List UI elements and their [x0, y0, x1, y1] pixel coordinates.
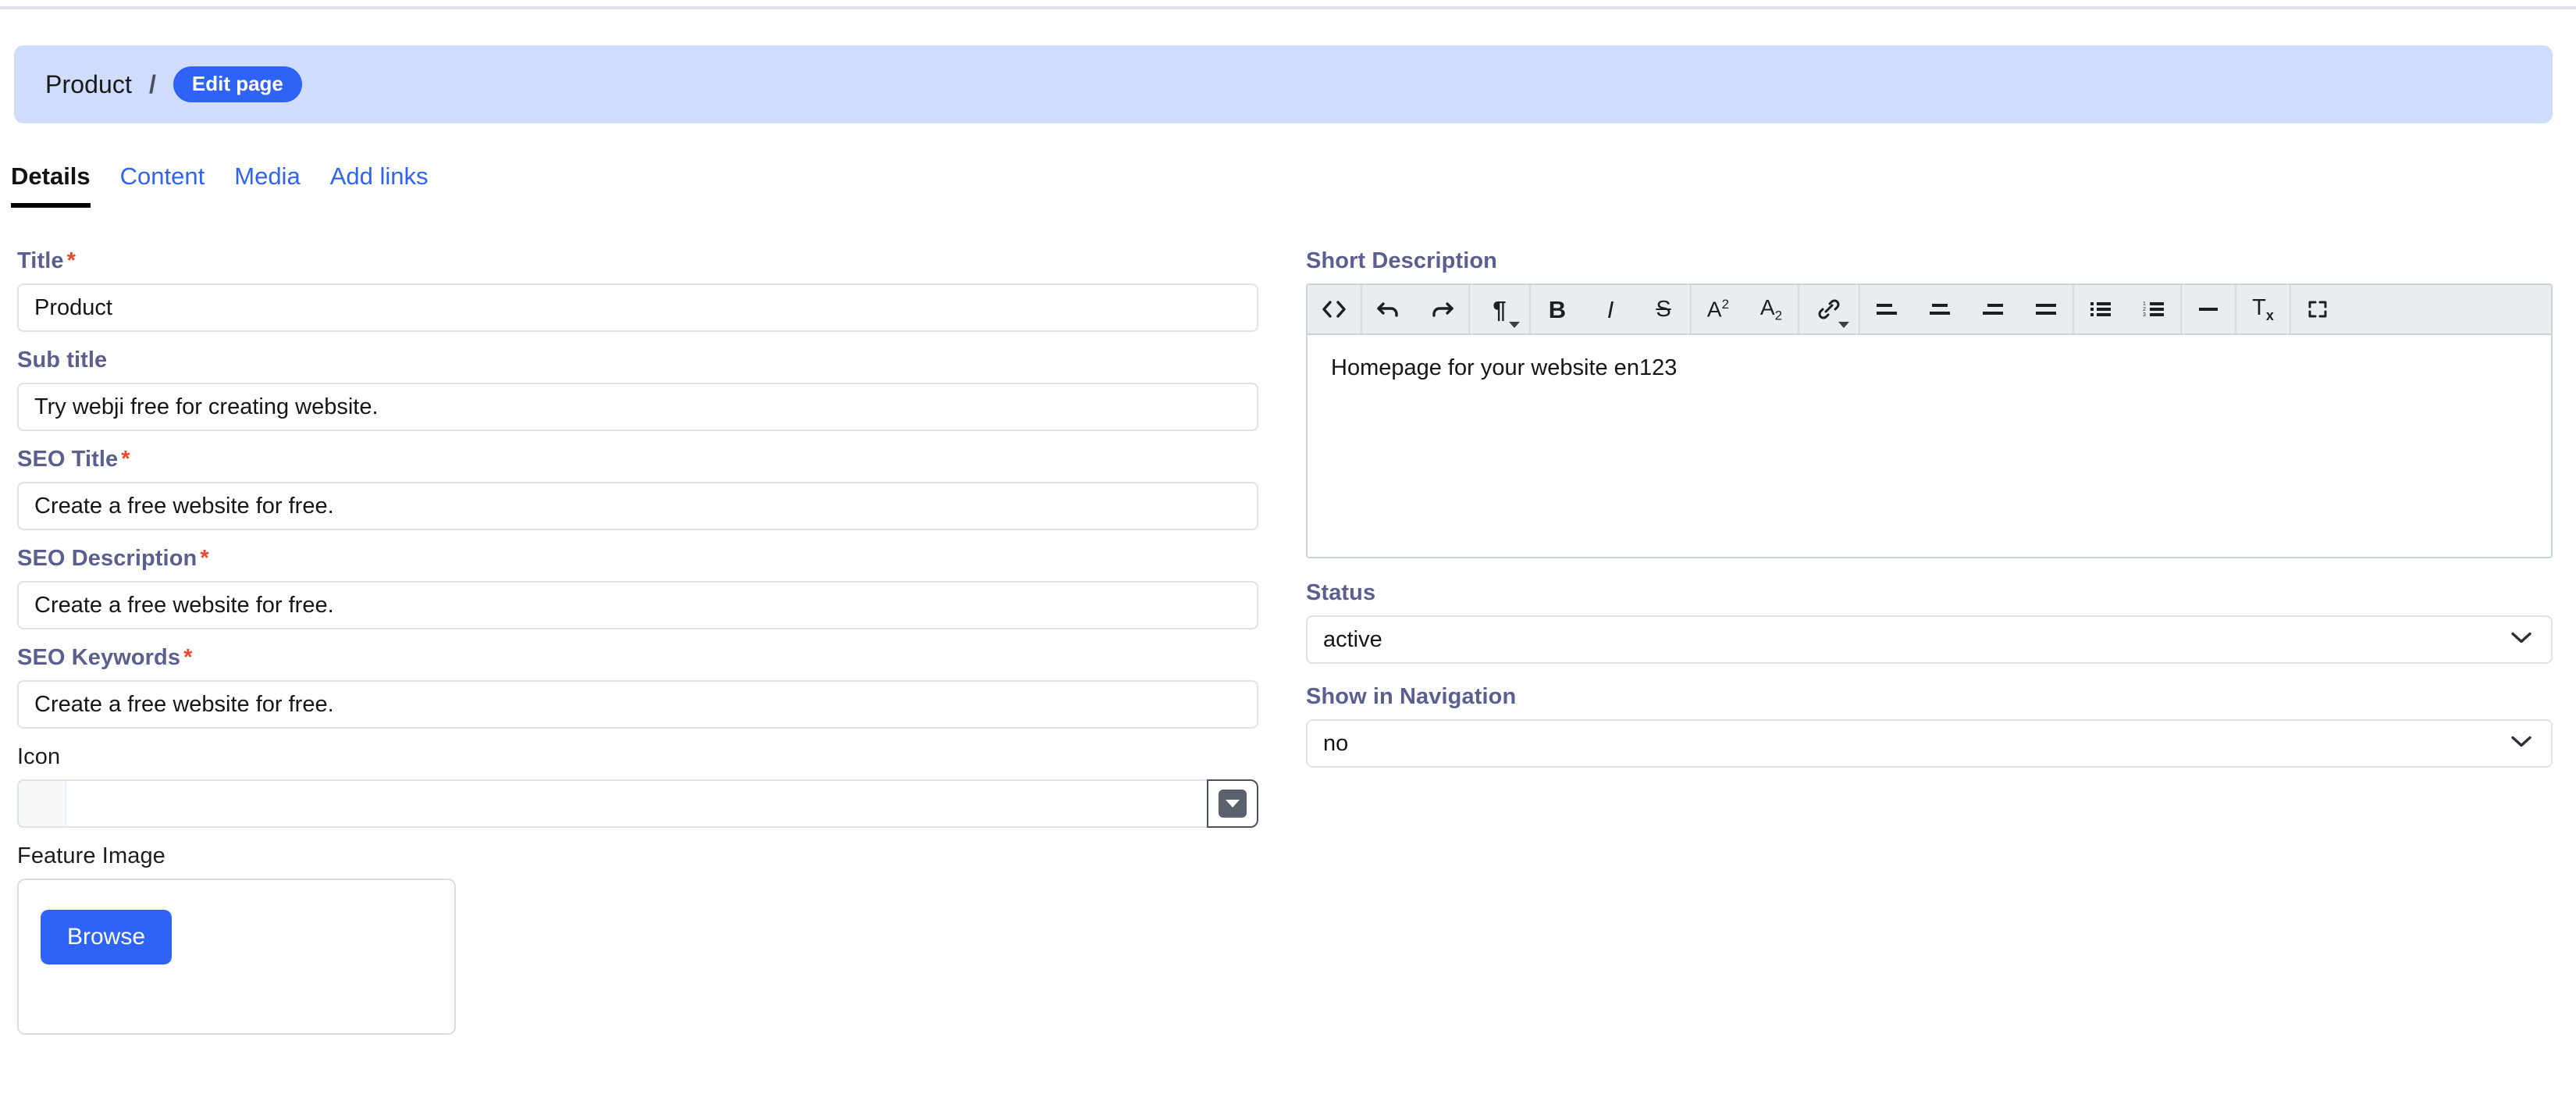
short-description-editor-body[interactable]: Homepage for your website en123	[1308, 335, 2551, 557]
seo-title-label-text: SEO Title	[17, 447, 119, 472]
fullscreen-icon[interactable]	[2291, 285, 2344, 333]
undo-icon[interactable]	[1362, 285, 1415, 333]
caret-down-icon	[1219, 790, 1247, 818]
toolbar-group-script: A2 A2	[1692, 285, 1799, 333]
field-sub-title: Sub title	[17, 348, 1258, 431]
field-title: Title *	[17, 248, 1258, 332]
icon-label: Icon	[17, 744, 61, 769]
align-right-icon[interactable]	[1966, 285, 2019, 333]
ordered-list-icon[interactable]: 1 2 3	[2127, 285, 2180, 333]
tab-details[interactable]: Details	[11, 162, 91, 208]
seo-description-input[interactable]	[17, 581, 1258, 629]
icon-input[interactable]	[66, 779, 1207, 828]
field-status: Status active	[1306, 580, 2553, 664]
superscript-icon[interactable]: A2	[1692, 285, 1745, 333]
tab-content[interactable]: Content	[120, 162, 205, 203]
seo-description-label-text: SEO Description	[17, 546, 197, 571]
paragraph-format-icon[interactable]: ¶	[1470, 285, 1529, 333]
icon-picker	[17, 779, 1258, 828]
rich-text-editor: ¶ B I S A2 A2 1 2 3 Tx Homepage for your…	[1306, 283, 2553, 558]
editor-toolbar: ¶ B I S A2 A2 1 2 3 Tx	[1308, 285, 2551, 335]
tab-media[interactable]: Media	[234, 162, 300, 203]
sub-title-input[interactable]	[17, 383, 1258, 431]
seo-keywords-label: SEO Keywords *	[17, 645, 1258, 671]
align-left-icon[interactable]	[1860, 285, 1913, 333]
toolbar-group-inline-style: B I S	[1531, 285, 1692, 333]
breadcrumb-current-pill[interactable]: Edit page	[173, 66, 302, 102]
svg-text:3: 3	[2143, 312, 2146, 318]
details-left-column: Title* Sub title SEO Title* SEO Descript…	[17, 248, 1258, 1050]
feature-image-dropzone[interactable]: Browse	[17, 879, 456, 1035]
svg-text:1: 1	[2143, 301, 2146, 307]
breadcrumb-root[interactable]: Product	[45, 70, 132, 99]
short-description-label: Short Description	[1306, 248, 1497, 273]
align-center-icon[interactable]	[1913, 285, 1966, 333]
title-required-marker: *	[66, 248, 76, 273]
toolbar-group-lists: 1 2 3	[2074, 285, 2182, 333]
toolbar-group-source	[1308, 285, 1362, 333]
strikethrough-icon[interactable]: S	[1637, 285, 1690, 333]
italic-icon[interactable]: I	[1584, 285, 1637, 333]
show-in-navigation-select[interactable]: no	[1306, 719, 2553, 768]
clear-formatting-icon[interactable]: Tx	[2236, 285, 2290, 333]
chevron-down-icon	[1509, 322, 1520, 328]
show-in-navigation-select-wrapper: no	[1306, 719, 2553, 768]
toolbar-group-paragraph: ¶	[1470, 285, 1531, 333]
horizontal-rule-icon[interactable]	[2182, 285, 2235, 333]
seo-keywords-required-marker: *	[183, 645, 193, 670]
status-select-wrapper: active	[1306, 615, 2553, 664]
unordered-list-icon[interactable]	[2074, 285, 2127, 333]
breadcrumb-separator: /	[148, 70, 156, 98]
breadcrumb: Product / Edit page	[14, 45, 2553, 123]
feature-image-label: Feature Image	[17, 843, 165, 868]
insert-link-icon[interactable]	[1799, 285, 1859, 333]
field-seo-title: SEO Title *	[17, 447, 1258, 530]
field-seo-keywords: SEO Keywords *	[17, 645, 1258, 729]
top-divider	[0, 6, 2576, 9]
redo-icon[interactable]	[1415, 285, 1468, 333]
toolbar-group-clear: Tx	[2236, 285, 2291, 333]
browse-button[interactable]: Browse	[41, 910, 173, 964]
title-input[interactable]	[17, 283, 1258, 332]
subscript-icon[interactable]: A2	[1745, 285, 1798, 333]
tab-add-links[interactable]: Add links	[330, 162, 429, 203]
field-seo-description: SEO Description *	[17, 546, 1258, 629]
seo-title-input[interactable]	[17, 482, 1258, 530]
toolbar-group-link	[1799, 285, 1860, 333]
icon-picker-button[interactable]	[1207, 779, 1258, 828]
source-code-icon[interactable]	[1308, 285, 1361, 333]
seo-description-required-marker: *	[200, 546, 209, 571]
title-label-text: Title	[17, 248, 64, 273]
toolbar-group-rule	[2182, 285, 2236, 333]
sub-title-label: Sub title	[17, 348, 108, 373]
seo-title-label: SEO Title *	[17, 447, 1258, 472]
bold-icon[interactable]: B	[1531, 285, 1584, 333]
icon-preview-box	[17, 779, 66, 828]
field-icon: Icon	[17, 744, 1258, 828]
toolbar-group-align	[1860, 285, 2074, 333]
toolbar-group-history	[1362, 285, 1470, 333]
seo-keywords-input[interactable]	[17, 680, 1258, 729]
field-feature-image: Feature Image Browse	[17, 843, 1258, 1035]
seo-title-required-marker: *	[121, 447, 130, 472]
title-label: Title *	[17, 248, 1258, 274]
seo-keywords-label-text: SEO Keywords	[17, 645, 181, 670]
field-short-description: Short Description ¶ B I S A2 A2 1 2 3 Tx…	[1306, 248, 2553, 558]
svg-text:2: 2	[2143, 307, 2146, 312]
chevron-down-icon	[1838, 322, 1849, 328]
status-select[interactable]: active	[1306, 615, 2553, 664]
tab-bar: Details Content Media Add links	[0, 162, 2576, 217]
status-label: Status	[1306, 580, 1376, 605]
field-show-in-navigation: Show in Navigation no	[1306, 684, 2553, 768]
seo-description-label: SEO Description *	[17, 546, 1258, 572]
toolbar-group-fullscreen	[2291, 285, 2344, 333]
show-in-navigation-label: Show in Navigation	[1306, 684, 1517, 709]
align-justify-icon[interactable]	[2019, 285, 2073, 333]
details-right-column: Short Description ¶ B I S A2 A2 1 2 3 Tx…	[1306, 248, 2553, 783]
edit-page-screen: Product / Edit page Details Content Medi…	[0, 0, 2576, 1098]
